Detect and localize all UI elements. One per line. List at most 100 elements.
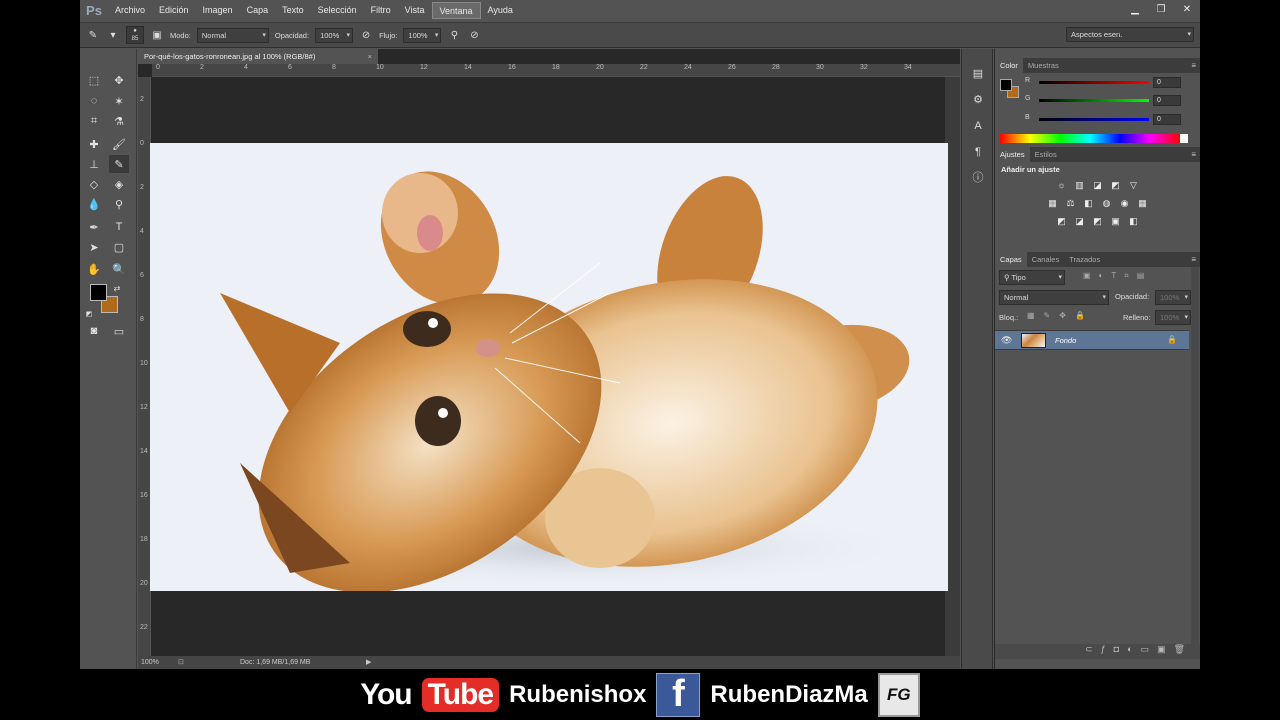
lock-icons[interactable]: ▦✎✥🔒 — [1027, 311, 1094, 320]
layer-filter-icons[interactable]: ▣◐T⌗▤ — [1083, 271, 1152, 281]
clone-brush-tool-icon[interactable]: ✎ — [86, 30, 100, 41]
crop-tool-icon[interactable]: ⌗ — [84, 112, 104, 130]
menu-capa[interactable]: Capa — [240, 2, 276, 19]
clone-stamp-tool-icon[interactable]: ⊥ — [84, 155, 104, 173]
tab-styles[interactable]: Estilos — [1030, 147, 1062, 162]
levels-adjust-icon[interactable]: ▥ — [1073, 179, 1087, 192]
marquee-tool-icon[interactable]: ⬚ — [84, 71, 104, 89]
eraser-tool-icon[interactable]: ◇ — [84, 175, 104, 193]
tab-color[interactable]: Color — [995, 58, 1023, 73]
airbrush-icon[interactable]: ⚲ — [447, 30, 461, 41]
restore-icon[interactable]: ❐ — [1148, 0, 1174, 18]
horizontal-ruler[interactable]: 0 2 4 6 8 10 12 14 16 18 20 22 24 26 28 30 32 34 — [152, 64, 960, 77]
menu-texto[interactable]: Texto — [275, 2, 311, 19]
color-balance-adjust-icon[interactable]: ⚖ — [1064, 197, 1078, 210]
brush-size-preview[interactable]: ● 85 — [126, 26, 144, 44]
workspace-dropdown[interactable]: Aspectos esen. — [1066, 27, 1194, 42]
layer-name[interactable]: Fondo — [1055, 336, 1076, 345]
brush-panel-icon[interactable]: ▣ — [150, 30, 164, 41]
type-tool-icon[interactable]: T — [109, 218, 129, 236]
color-fg-swatch[interactable] — [1000, 79, 1012, 91]
menu-vista[interactable]: Vista — [398, 2, 432, 19]
posterize-adjust-icon[interactable]: ◪ — [1073, 215, 1087, 228]
menu-filtro[interactable]: Filtro — [364, 2, 398, 19]
tab-adjustments[interactable]: Ajustes — [995, 147, 1030, 162]
layer-filter-dropdown[interactable]: ⚲ Tipo — [999, 270, 1065, 285]
vibrance-adjust-icon[interactable]: ▽ — [1127, 179, 1141, 192]
layers-footer-buttons[interactable]: ⊂ƒ◘◐▭▣🗑 — [995, 644, 1200, 659]
panel-menu-icon[interactable]: ≡ — [1191, 147, 1196, 162]
panel-menu-icon[interactable]: ≡ — [1191, 58, 1196, 73]
healing-brush-tool-icon[interactable]: ✚ — [84, 135, 104, 153]
menu-ayuda[interactable]: Ayuda — [481, 2, 520, 19]
gradient-map-adjust-icon[interactable]: ◧ — [1127, 215, 1141, 228]
pressure-size-icon[interactable]: ⊘ — [467, 30, 481, 41]
invert-adjust-icon[interactable]: ◩ — [1055, 215, 1069, 228]
menu-edicion[interactable]: Edición — [152, 2, 196, 19]
status-menu-arrow-icon[interactable]: ▶ — [366, 656, 371, 669]
tab-swatches[interactable]: Muestras — [1023, 58, 1064, 73]
menu-seleccion[interactable]: Selección — [311, 2, 364, 19]
pen-tool-icon[interactable]: ✒ — [84, 218, 104, 236]
blend-mode-dropdown[interactable]: Normal — [999, 290, 1109, 305]
panel-menu-icon[interactable]: ≡ — [1191, 252, 1196, 267]
brush-tool-icon[interactable]: 🖌 — [109, 135, 129, 153]
lasso-tool-icon[interactable]: ◌ — [84, 92, 104, 110]
character-panel-icon[interactable]: A — [962, 113, 994, 139]
exposure-adjust-icon[interactable]: ◩ — [1109, 179, 1123, 192]
properties-panel-icon[interactable]: ⚙ — [962, 87, 994, 113]
curves-adjust-icon[interactable]: ◪ — [1091, 179, 1105, 192]
red-slider[interactable]: R 0 — [1025, 77, 1200, 89]
info-panel-icon[interactable]: ⓘ — [962, 165, 994, 191]
layer-opacity-input[interactable]: 100% — [1155, 290, 1191, 305]
flow-dropdown[interactable]: 100% — [403, 27, 442, 43]
image-canvas[interactable] — [150, 143, 948, 591]
history-panel-icon[interactable]: ▤ — [962, 61, 994, 87]
blue-value[interactable]: 0 — [1153, 114, 1181, 125]
blur-tool-icon[interactable]: 💧 — [84, 195, 104, 213]
pressure-opacity-icon[interactable]: ⊘ — [359, 30, 373, 41]
color-lookup-adjust-icon[interactable]: ▦ — [1136, 197, 1150, 210]
move-tool-icon[interactable]: ✥ — [109, 71, 129, 89]
mode-dropdown[interactable]: Normal — [196, 27, 269, 43]
layer-row-fondo[interactable]: 👁 Fondo 🔒 — [995, 330, 1189, 350]
color-spectrum-bar[interactable] — [1000, 134, 1188, 143]
zoom-tool-icon[interactable]: 🔍 — [109, 260, 129, 278]
tab-layers[interactable]: Capas — [995, 252, 1027, 267]
close-tab-icon[interactable]: × — [368, 49, 372, 64]
history-brush-tool-icon[interactable]: ✎ — [109, 155, 129, 173]
menu-imagen[interactable]: Imagen — [196, 2, 240, 19]
hue-saturation-adjust-icon[interactable]: ▦ — [1046, 197, 1060, 210]
document-tab[interactable]: Por-qué-los-gatos-ronronean.jpg al 100% … — [138, 49, 378, 64]
channel-mixer-adjust-icon[interactable]: ◉ — [1118, 197, 1132, 210]
zoom-level[interactable]: 100% — [141, 656, 159, 669]
foreground-color-swatch[interactable] — [90, 284, 107, 301]
close-icon[interactable]: ✕ — [1174, 0, 1200, 18]
brightness-adjust-icon[interactable]: ☼ — [1055, 179, 1069, 192]
photo-filter-adjust-icon[interactable]: ◍ — [1100, 197, 1114, 210]
selective-color-adjust-icon[interactable]: ▣ — [1109, 215, 1123, 228]
paragraph-panel-icon[interactable]: ¶ — [962, 139, 994, 165]
swap-colors-icon[interactable]: ⇄ — [112, 279, 122, 297]
fill-input[interactable]: 100% — [1155, 310, 1191, 325]
status-share-icon[interactable]: ⊡ — [178, 656, 184, 669]
green-slider[interactable]: G 0 — [1025, 95, 1200, 107]
opacity-dropdown[interactable]: 100% — [315, 27, 354, 43]
path-selection-tool-icon[interactable]: ➤ — [84, 238, 104, 256]
red-value[interactable]: 0 — [1153, 77, 1181, 88]
screen-mode-icon[interactable]: ▭ — [109, 322, 129, 340]
menu-ventana[interactable]: Ventana — [431, 2, 481, 19]
default-colors-icon[interactable]: ◩ — [84, 305, 94, 323]
tab-channels[interactable]: Canales — [1027, 252, 1065, 267]
quick-mask-icon[interactable]: ◙ — [84, 322, 104, 340]
visibility-eye-icon[interactable]: 👁 — [1001, 335, 1012, 346]
hand-tool-icon[interactable]: ✋ — [84, 260, 104, 278]
chevron-down-icon[interactable]: ▾ — [106, 30, 120, 41]
menu-archivo[interactable]: Archivo — [108, 2, 152, 19]
tab-paths[interactable]: Trazados — [1064, 252, 1105, 267]
dodge-tool-icon[interactable]: ⚲ — [109, 195, 129, 213]
paint-bucket-tool-icon[interactable]: ◈ — [109, 175, 129, 193]
blue-slider[interactable]: B 0 — [1025, 114, 1200, 126]
eyedropper-tool-icon[interactable]: ⚗ — [109, 112, 129, 130]
rectangle-tool-icon[interactable]: ▢ — [109, 238, 129, 256]
